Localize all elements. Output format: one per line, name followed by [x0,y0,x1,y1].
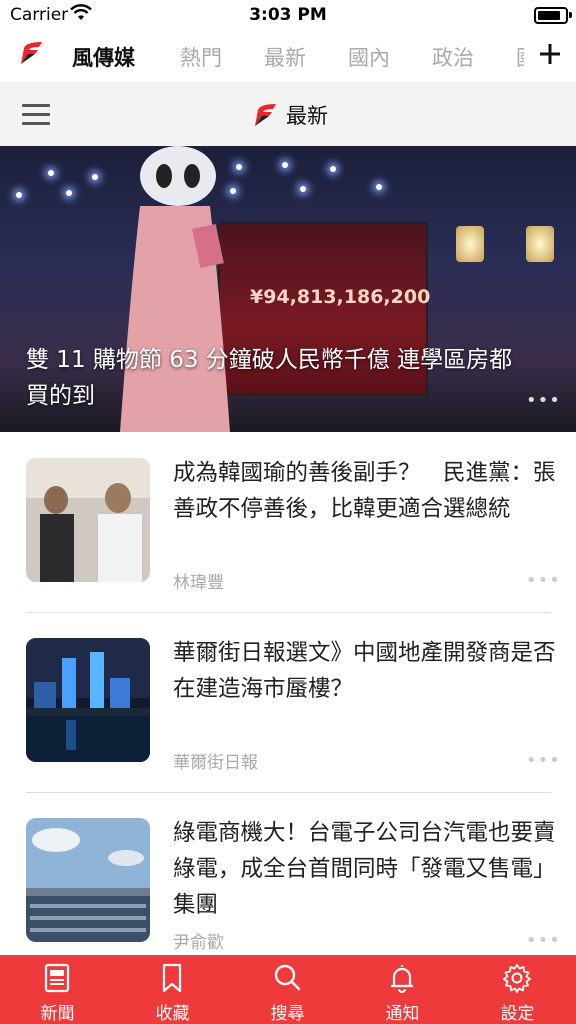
tab-search[interactable]: 搜尋 [230,955,345,1024]
tab-overflow[interactable]: 國 [516,42,524,72]
article-thumbnail [26,458,150,582]
brand-logo-icon [255,104,276,126]
tab-label: 搜尋 [270,1004,305,1024]
divider [26,612,551,613]
section-header: 最新 [0,82,576,146]
bell-icon [391,965,413,994]
section-title: 最新 [286,104,328,128]
plus-icon [540,44,560,64]
tab-label: 收藏 [155,1004,190,1024]
article-thumbnail [26,818,150,942]
tab-news[interactable]: 新聞 [0,955,115,1024]
bottom-tab-bar: 新聞 收藏 搜尋 通知 設定 [0,955,576,1024]
article-author: 華爾街日報 [173,753,258,773]
battery-icon [534,7,572,24]
more-options-icon[interactable]: ••• [526,390,561,411]
newspaper-icon [44,963,70,993]
article-thumbnail [26,638,150,762]
clock: 3:03 PM [249,5,327,25]
article-author: 林瑋豐 [173,573,224,593]
article-title[interactable]: 成為韓國瑜的善後副手？ 民進黨：張善政不停善後，比韓更適合選總統 [173,455,558,527]
gear-icon [503,964,531,993]
more-options-icon[interactable]: ••• [526,930,561,951]
brand-logo-icon [21,42,42,64]
tab-domestic[interactable]: 國內 [348,42,390,72]
article-title[interactable]: 華爾街日報選文》中國地產開發商是否在建造海市蜃樓？ [173,635,558,707]
featured-headline[interactable]: 雙 11 購物節 63 分鐘破人民幣千億 連學區房都買的到 [26,342,526,414]
screen-figure: ¥94,813,186,200 [250,286,431,308]
tab-settings[interactable]: 設定 [460,955,575,1024]
street-lamp [456,226,484,262]
article-title[interactable]: 綠電商機大！台電子公司台汽電也要賣綠電，成全台首間同時「發電又售電」集團 [173,815,558,923]
status-bar: Carrier 3:03 PM [0,0,576,30]
hamburger-icon[interactable] [22,104,50,126]
tab-politics[interactable]: 政治 [432,42,474,72]
list-item[interactable]: 華爾街日報選文》中國地產開發商是否在建造海市蜃樓？ 華爾街日報 ••• [0,638,576,818]
tab-hot[interactable]: 熱門 [180,42,222,72]
tab-label: 新聞 [40,1004,75,1024]
search-icon [274,964,301,991]
more-options-icon[interactable]: ••• [526,570,561,591]
tab-favorites[interactable]: 收藏 [115,955,230,1024]
tab-brand[interactable]: 風傳媒 [72,42,135,72]
add-category-button[interactable] [530,34,570,74]
tab-latest[interactable]: 最新 [264,42,306,72]
bookmark-icon [162,963,182,993]
street-lamp [526,226,554,262]
tab-label: 設定 [500,1004,535,1024]
list-item[interactable]: 綠電商機大！台電子公司台汽電也要賣綠電，成全台首間同時「發電又售電」集團 尹俞歡… [0,818,576,954]
top-navigation: 風傳媒 熱門 最新 國內 政治 國 [0,30,576,82]
more-options-icon[interactable]: ••• [526,750,561,771]
tab-notifications[interactable]: 通知 [345,955,460,1024]
list-item[interactable]: 成為韓國瑜的善後副手？ 民進黨：張善政不停善後，比韓更適合選總統 林瑋豐 ••• [0,458,576,638]
divider [26,792,551,793]
tab-label: 通知 [385,1004,420,1024]
featured-article[interactable]: ¥94,813,186,200 雙 11 購物節 63 分鐘破人民幣千億 連學區… [0,146,576,432]
article-author: 尹俞歡 [173,933,224,953]
